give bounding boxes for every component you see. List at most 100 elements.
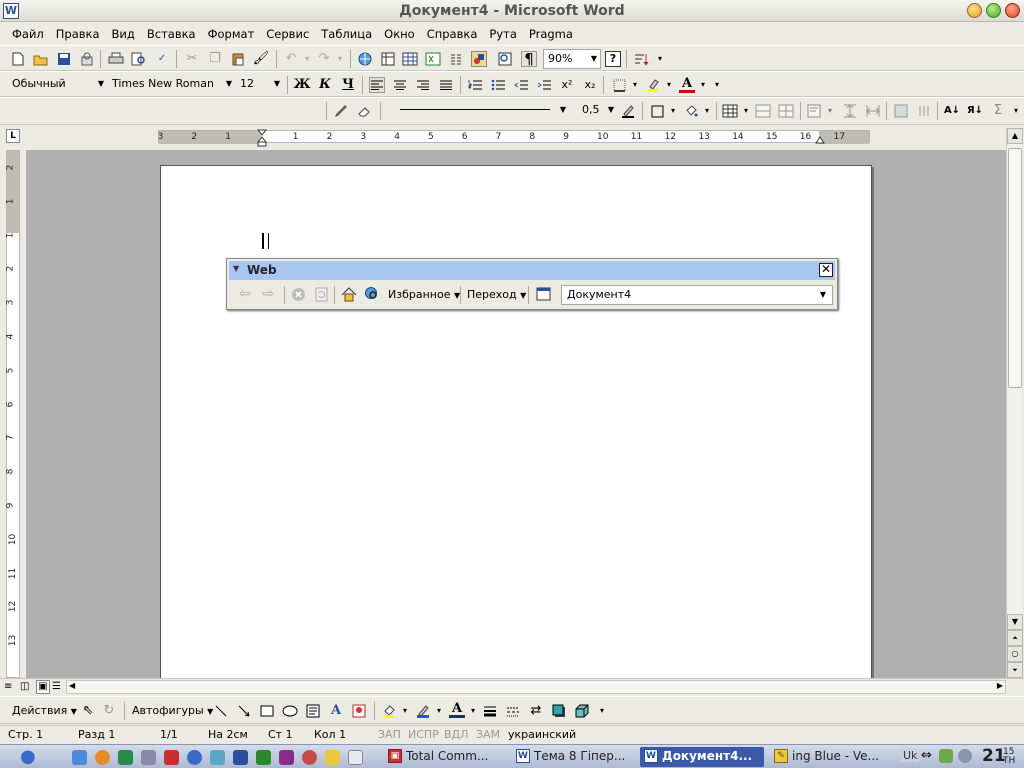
size-combo[interactable]: 12 ▼ (236, 75, 282, 95)
save-icon[interactable] (56, 51, 72, 67)
undo-icon[interactable]: ↶ (283, 51, 299, 67)
show-only-web-toolbar-icon[interactable] (535, 286, 551, 302)
distribute-rows-icon[interactable] (842, 103, 858, 119)
toolbar-options-icon[interactable]: ▾ (1008, 103, 1024, 119)
tables-borders-icon[interactable] (380, 51, 396, 67)
excel-icon[interactable] (256, 750, 271, 765)
text-direction-icon[interactable] (916, 103, 932, 119)
scroll-down-icon[interactable]: ▼ (1007, 614, 1023, 630)
refresh-icon[interactable] (313, 286, 329, 302)
show-hide-icon[interactable]: ¶ (521, 51, 537, 67)
draw-font-color-icon[interactable]: A (449, 701, 465, 718)
status-language[interactable]: украинский (508, 728, 576, 741)
shading-color-icon[interactable] (683, 103, 699, 119)
line-color-icon[interactable] (415, 703, 431, 719)
horizontal-ruler[interactable]: 3 2 1 1 2 3 4 5 6 7 8 9 10 11 12 13 14 15 16 17 (158, 129, 870, 147)
launcher-icon[interactable] (118, 750, 133, 765)
task-ing-blue[interactable]: ✎ ing Blue - Ve... (770, 747, 892, 767)
network-icon[interactable] (141, 750, 156, 765)
insert-table-grid-icon[interactable] (722, 103, 738, 119)
toolbar-options-icon[interactable]: ▾ (594, 703, 610, 719)
menu-file[interactable]: Файл (6, 27, 50, 41)
opera-icon[interactable] (302, 750, 317, 765)
bullets-icon[interactable] (490, 77, 506, 93)
clip-art-icon[interactable] (351, 703, 367, 719)
search-web-icon[interactable] (364, 286, 380, 302)
distribute-columns-icon[interactable] (865, 103, 881, 119)
line-icon[interactable] (213, 703, 229, 719)
align-right-icon[interactable] (415, 77, 431, 93)
tray-app-icon[interactable] (939, 749, 953, 763)
paste-icon[interactable] (230, 51, 246, 67)
keyboard-language-indicator[interactable]: Uk (901, 749, 920, 762)
select-browse-object-icon[interactable]: ○ (1007, 646, 1023, 662)
toolbar-menu-icon[interactable]: ▼ (233, 264, 239, 273)
document-map-icon[interactable] (497, 51, 513, 67)
wordart-icon[interactable]: A (328, 703, 344, 719)
permission-icon[interactable] (79, 51, 95, 67)
border-color-icon[interactable] (620, 103, 636, 119)
numbering-icon[interactable] (467, 77, 483, 93)
redo-icon[interactable]: ↷ (316, 51, 332, 67)
right-indent-marker[interactable] (815, 134, 825, 144)
go-menu[interactable]: Переход ▼ (467, 288, 526, 301)
menu-view[interactable]: Вид (106, 27, 141, 41)
task-tema-8[interactable]: W Тема 8 Гіпер... (512, 747, 636, 767)
tools-icon[interactable] (325, 750, 340, 765)
format-painter-icon[interactable]: 🖌 (253, 51, 270, 67)
normal-view-icon[interactable]: ≡ (4, 681, 16, 693)
rectangle-icon[interactable] (259, 703, 275, 719)
sort-icon[interactable] (633, 51, 649, 67)
status-record[interactable]: ЗАП (378, 728, 401, 741)
scroll-up-icon[interactable]: ▲ (1007, 128, 1023, 144)
insert-table-dropdown-icon[interactable]: ▾ (738, 103, 754, 119)
vertical-scrollbar[interactable]: ▲ ▼ ⏶ ○ ⏷ (1006, 128, 1023, 678)
highlight-icon[interactable] (645, 77, 661, 93)
toolbar-options-icon[interactable]: ▾ (652, 51, 668, 67)
line-color-dropdown-icon[interactable]: ▾ (431, 703, 447, 719)
text-box-icon[interactable] (305, 703, 321, 719)
subscript-icon[interactable]: x₂ (582, 77, 598, 93)
eraser-icon[interactable] (356, 103, 372, 119)
publisher-icon[interactable] (279, 750, 294, 765)
arrow-icon[interactable] (236, 703, 252, 719)
font-combo[interactable]: Times New Roman ▼ (108, 75, 234, 95)
back-icon[interactable]: ⇦ (237, 286, 253, 302)
decrease-indent-icon[interactable] (513, 77, 529, 93)
close-icon[interactable]: ✕ (819, 263, 833, 277)
scroll-right-icon[interactable]: ▶ (997, 681, 1003, 690)
outline-view-icon[interactable]: ☰ (52, 681, 64, 693)
copy-icon[interactable]: ❐ (207, 51, 223, 67)
spelling-icon[interactable]: ✓ (154, 51, 170, 67)
menu-help[interactable]: Справка (421, 27, 484, 41)
sort-descending-icon[interactable]: Я↓ (967, 103, 983, 119)
borders-icon[interactable] (611, 77, 627, 93)
messenger-icon[interactable] (187, 750, 202, 765)
draw-table-pencil-icon[interactable] (333, 103, 349, 119)
menu-format[interactable]: Формат (202, 27, 261, 41)
menu-tools[interactable]: Сервис (260, 27, 315, 41)
menu-ruta[interactable]: Рута (483, 27, 523, 41)
free-rotate-icon[interactable]: ↻ (101, 703, 117, 719)
clock-minutes-day[interactable]: 15 ТН (1003, 748, 1015, 766)
arrow-style-icon[interactable]: ⇄ (528, 703, 544, 719)
open-folder-icon[interactable] (33, 51, 49, 67)
autosum-icon[interactable]: Σ (990, 103, 1006, 119)
vertical-ruler[interactable]: 2 1 1 2 3 4 5 6 7 8 9 10 11 12 13 (5, 150, 20, 678)
new-document-icon[interactable] (10, 51, 26, 67)
toolbar-options-icon[interactable]: ▾ (709, 77, 725, 93)
bold-button[interactable]: Ж (293, 77, 310, 93)
close-button[interactable] (1005, 3, 1020, 18)
media-icon[interactable] (164, 750, 179, 765)
print-icon[interactable] (108, 51, 124, 67)
volume-tray-icon[interactable] (958, 749, 972, 763)
draw-font-color-dropdown-icon[interactable]: ▾ (465, 703, 481, 719)
align-cell-dropdown-icon[interactable]: ▾ (822, 103, 838, 119)
superscript-icon[interactable]: x² (559, 77, 575, 93)
split-cells-icon[interactable] (778, 103, 794, 119)
shading-dropdown-icon[interactable]: ▾ (699, 103, 715, 119)
menu-edit[interactable]: Правка (50, 27, 106, 41)
justify-icon[interactable] (438, 77, 454, 93)
fill-color-icon[interactable] (381, 703, 397, 719)
title-bar[interactable]: W Документ4 - Microsoft Word (0, 0, 1024, 22)
